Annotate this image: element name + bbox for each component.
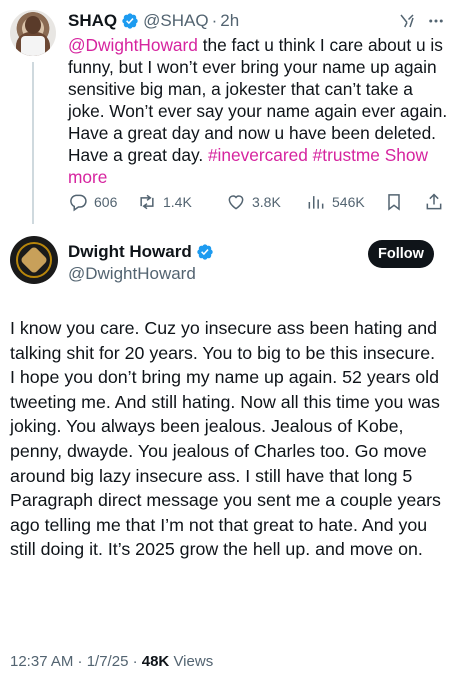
like-icon: [228, 195, 244, 210]
thread-connector-line: [32, 62, 34, 224]
mention-link[interactable]: @DwightHoward: [68, 35, 198, 55]
main-author-name-row[interactable]: Dwight Howard: [68, 242, 214, 262]
bookmark-icon: [388, 194, 400, 211]
avatar-shaq[interactable]: [10, 10, 56, 56]
views-icon: [308, 196, 324, 209]
follow-button[interactable]: Follow: [368, 240, 434, 268]
reply-icon: [70, 194, 87, 212]
main-author-name[interactable]: Dwight Howard: [68, 242, 192, 262]
verified-badge-icon: [122, 13, 138, 29]
like-count: 3.8K: [252, 194, 281, 210]
grok-icon[interactable]: [398, 12, 416, 30]
views-button[interactable]: 546K: [306, 190, 365, 214]
main-author-handle[interactable]: @DwightHoward: [68, 264, 196, 284]
verified-badge-icon: [197, 244, 213, 260]
main-timestamp[interactable]: 12:37 AM · 1/7/25 ·: [10, 653, 142, 670]
parent-tweet[interactable]: SHAQ @SHAQ · 2h @DwightHoward the fact u…: [0, 0, 454, 224]
hashtag-link[interactable]: #inevercared: [208, 145, 308, 165]
main-tweet-text: I know you care. Cuz yo insecure ass bee…: [10, 318, 441, 560]
share-icon: [426, 193, 442, 210]
repost-button[interactable]: 1.4K: [137, 190, 192, 214]
tweet-actions-bar: 606 1.4K 3.8K 546K: [68, 190, 448, 214]
main-tweet-meta: 12:37 AM · 1/7/25 · 48K Views: [10, 653, 213, 670]
parent-timestamp[interactable]: 2h: [220, 11, 239, 31]
parent-author-name[interactable]: SHAQ: [68, 11, 117, 31]
repost-count: 1.4K: [163, 194, 192, 210]
hashtag-link[interactable]: #trustme: [313, 145, 380, 165]
main-views-label: Views: [169, 653, 214, 670]
separator-dot: ·: [211, 11, 218, 30]
repost-icon: [140, 194, 154, 210]
parent-tweet-header: SHAQ @SHAQ · 2h: [68, 10, 239, 32]
share-button[interactable]: [424, 190, 450, 214]
parent-tweet-text: @DwightHoward the fact u think I care ab…: [68, 34, 448, 188]
reply-count: 606: [94, 194, 118, 210]
reply-button[interactable]: 606: [68, 190, 117, 214]
main-views-count: 48K: [141, 653, 170, 670]
parent-author-handle[interactable]: @SHAQ: [143, 11, 208, 31]
more-icon[interactable]: [426, 12, 446, 30]
bookmark-button[interactable]: [384, 190, 410, 214]
views-count: 546K: [332, 194, 365, 210]
like-button[interactable]: 3.8K: [226, 190, 281, 214]
avatar-dwight[interactable]: [10, 236, 58, 284]
